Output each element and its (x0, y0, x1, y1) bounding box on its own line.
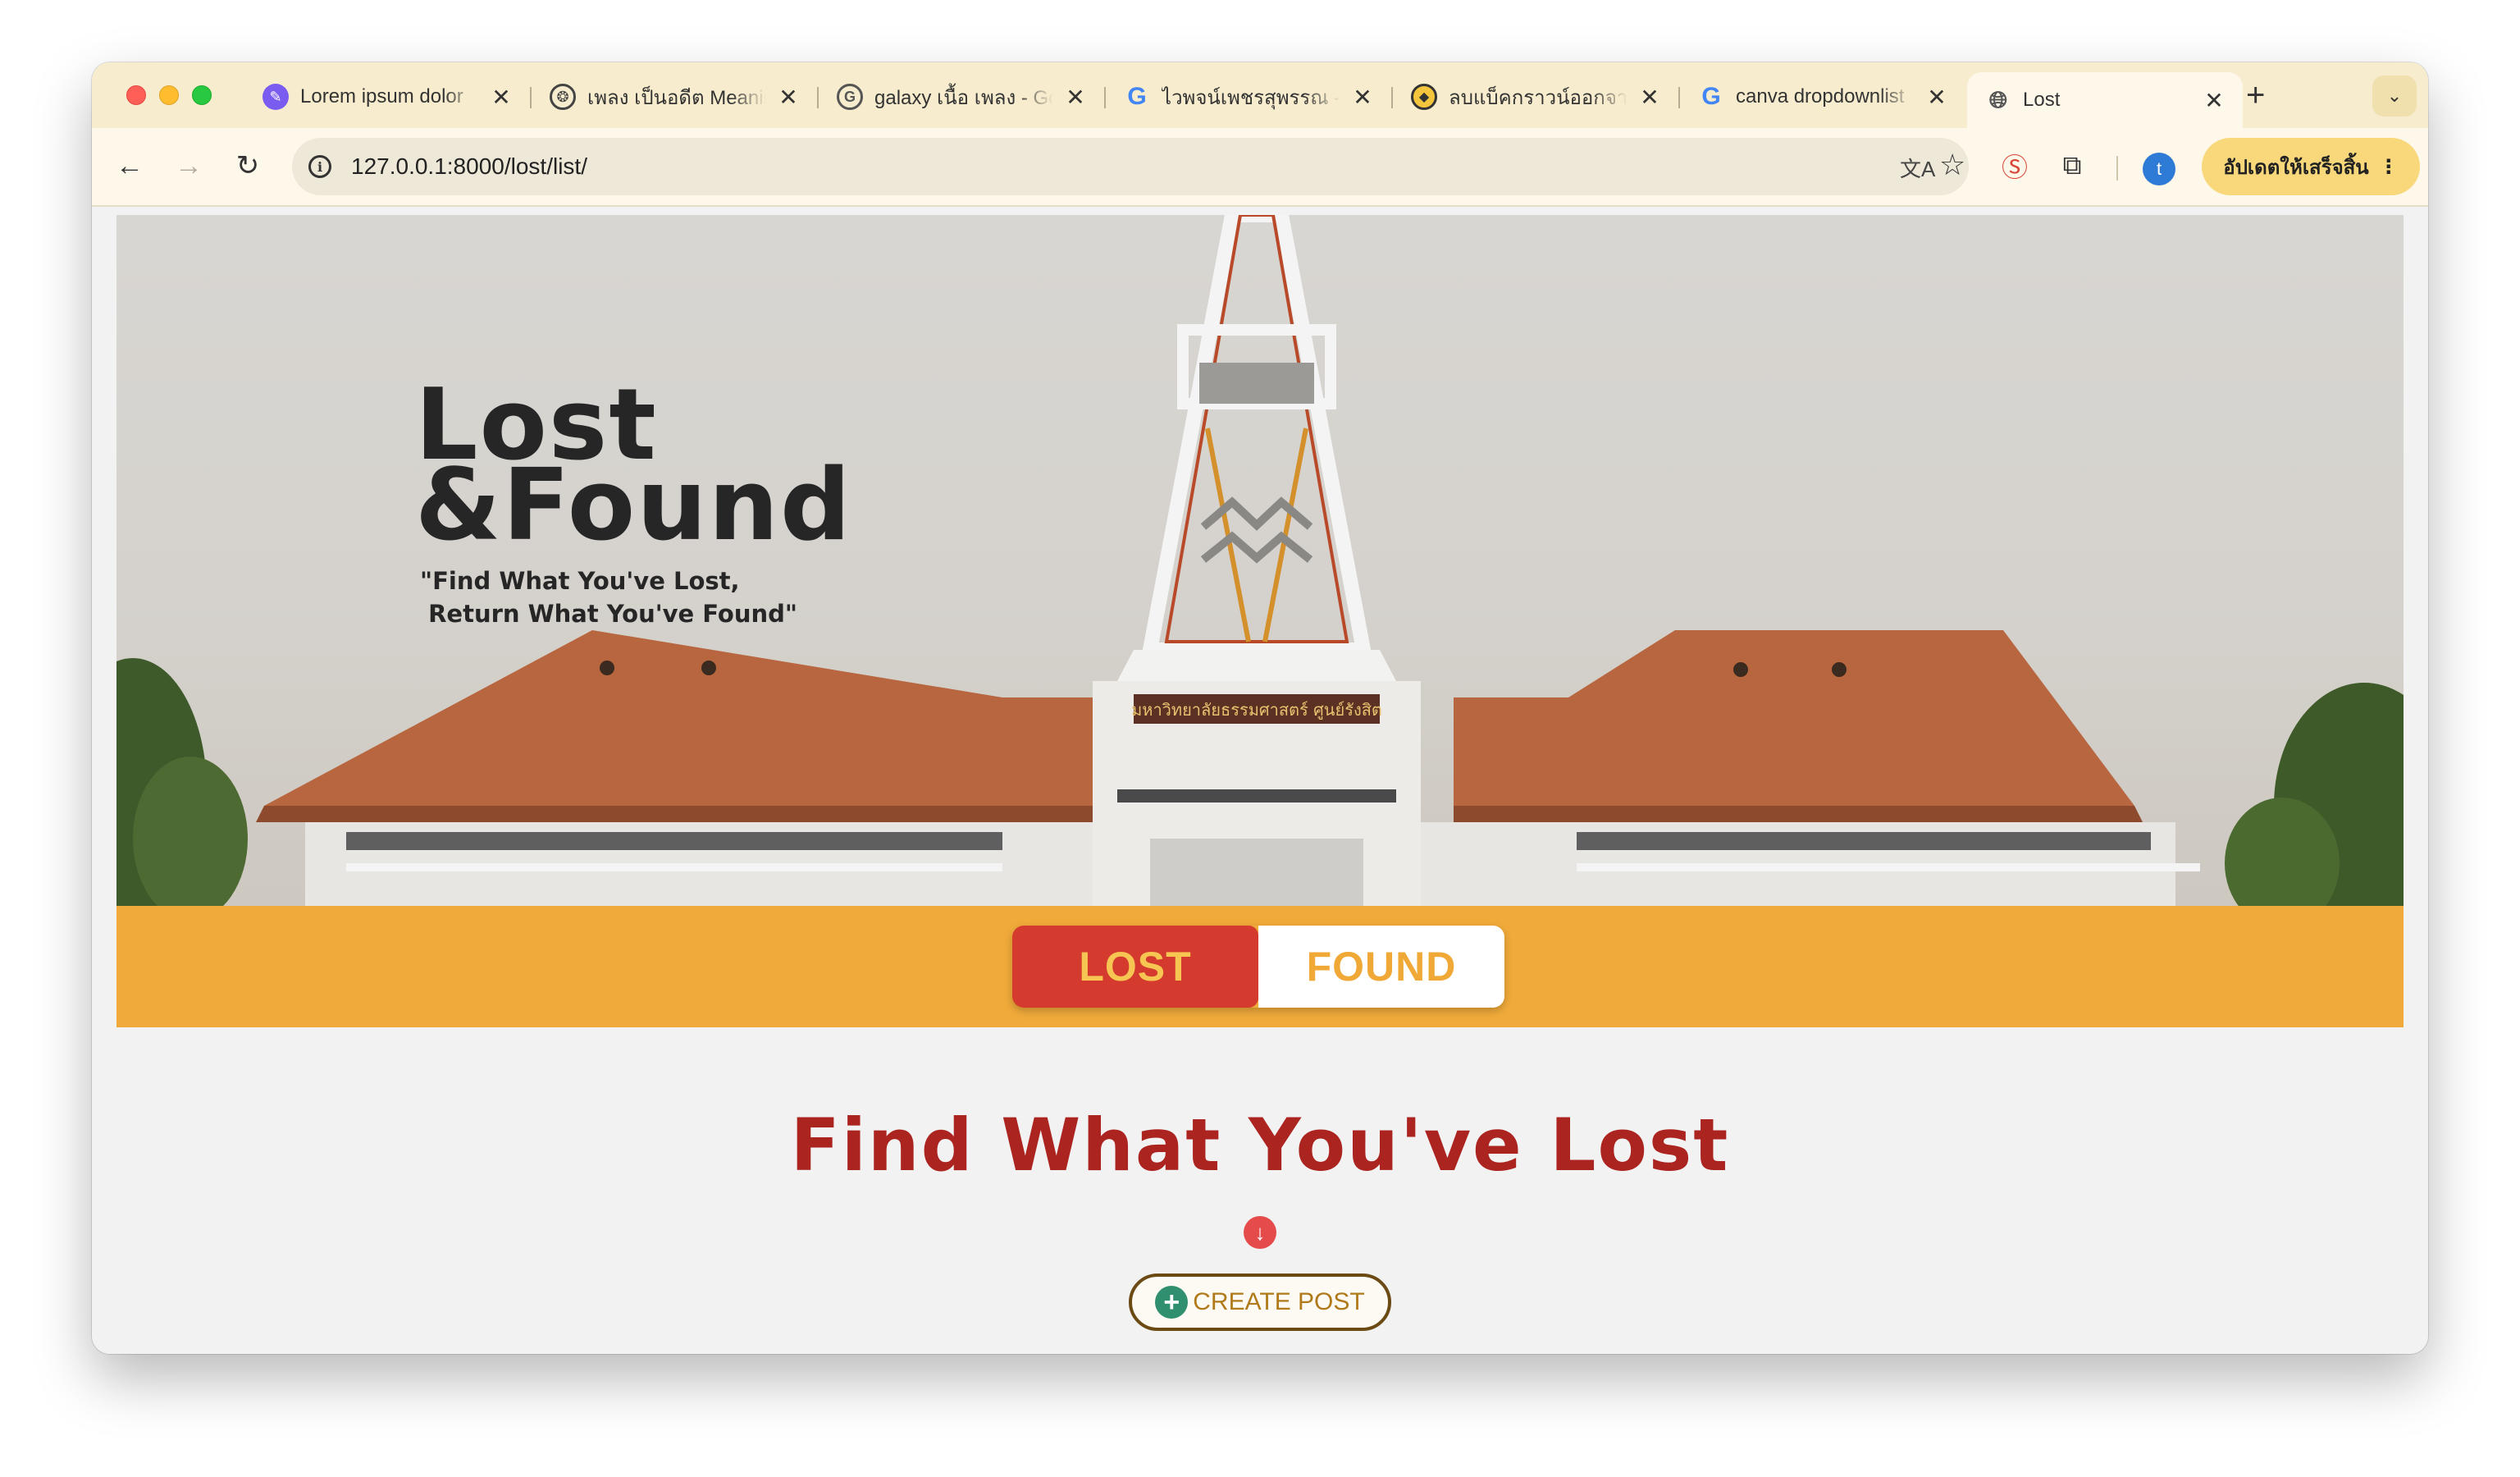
hero-sign-text: มหาวิทยาลัยธรรมศาสตร์ ศูนย์รังสิต (1131, 700, 1382, 720)
remove-bg-icon: ◆ (1411, 84, 1437, 110)
tab-title: galaxy เนื้อ เพลง - Google (874, 86, 1053, 109)
more-vert-icon: ⋮ (2378, 155, 2399, 178)
forward-button[interactable]: → (169, 146, 208, 185)
chevron-down-icon: ⌄ (2386, 85, 2403, 106)
new-tab-button[interactable]: + (2246, 77, 2265, 113)
google-icon: G (837, 84, 863, 110)
canva-icon: ✎ (262, 84, 289, 110)
extension-shield-icon[interactable]: Ⓢ (1995, 146, 2034, 185)
bookmark-star-icon[interactable]: ☆ (1939, 148, 1965, 182)
lost-found-toggle: LOST FOUND (1012, 926, 1504, 1008)
address-bar[interactable]: i 127.0.0.1:8000/lost/list/ 文A ☆ (292, 138, 1969, 195)
translate-icon[interactable]: 文A (1900, 153, 1935, 183)
update-label: อัปเดตให้เสร็จสิ้น (2223, 156, 2369, 179)
hero-title: Lost &Found (415, 368, 852, 563)
tab-title: เพลง เป็นอดีต Meaning (587, 86, 766, 109)
tab-title: Lorem ipsum dolor (300, 85, 463, 107)
google-icon: G (1701, 83, 1721, 110)
create-post-label: CREATE POST (1193, 1288, 1365, 1315)
tab-lorem-ipsum[interactable]: ✎ Lorem ipsum dolor ✕ (244, 72, 530, 121)
arrow-left-icon: ← (116, 149, 144, 181)
tab-close-icon[interactable]: ✕ (1926, 84, 1947, 111)
tab-pleng-meaning[interactable]: ❂ เพลง เป็นอดีต Meaning ✕ (532, 72, 817, 121)
arrow-right-icon: → (175, 149, 203, 181)
found-tab-button[interactable]: FOUND (1258, 926, 1504, 1008)
maximize-window-button[interactable] (192, 85, 212, 105)
url-text[interactable]: 127.0.0.1:8000/lost/list/ (351, 153, 587, 180)
plus-circle-icon: + (1155, 1286, 1189, 1319)
openai-icon: ❂ (550, 84, 576, 110)
tab-close-icon[interactable]: ✕ (778, 84, 799, 111)
hero-subtitle: "Find What You've Lost, Return What You'… (420, 567, 797, 628)
arrow-down-circle-icon[interactable]: ↓ (1244, 1216, 1276, 1249)
browser-window: ✎ Lorem ipsum dolor ✕ ❂ เพลง เป็นอดีต Me… (92, 62, 2428, 1354)
page-viewport: มหาวิทยาลัยธรรมศาสตร์ ศูนย์รังสิต Lost &… (92, 208, 2428, 1354)
globe-icon: 🌐︎ (1988, 86, 2008, 112)
update-button[interactable]: อัปเดตให้เสร็จสิ้น ⋮ (2202, 138, 2420, 195)
tab-title: canva dropdownlist (1736, 85, 1905, 107)
extensions-puzzle-icon[interactable]: ⧉ (2052, 146, 2092, 185)
google-icon: G (1127, 83, 1147, 110)
page-title: Find What You've Lost (790, 1103, 1730, 1187)
tab-close-icon[interactable]: ✕ (1065, 84, 1086, 111)
minimize-window-button[interactable] (159, 85, 179, 105)
reload-button[interactable]: ↻ (228, 146, 267, 185)
tab-lost[interactable]: 🌐︎ Lost ✕ (1967, 72, 2243, 128)
tab-title: ไวพจน์เพชรสุพรรณ - Google (1162, 86, 1340, 109)
lost-found-toggle-bar: LOST FOUND (116, 906, 2404, 1027)
reload-icon: ↻ (235, 150, 260, 181)
tab-title: Lost (2023, 89, 2061, 111)
tab-title: ลบแบ็คกราวน์ออกจาก (1449, 86, 1628, 109)
back-button[interactable]: ← (110, 146, 149, 185)
tab-canva-dropdown[interactable]: G canva dropdownlist ✕ (1680, 72, 1965, 121)
tab-waipot[interactable]: G ไวพจน์เพชรสุพรรณ - Google ✕ (1106, 72, 1391, 121)
tab-close-icon[interactable]: ✕ (1352, 84, 1373, 111)
close-window-button[interactable] (126, 85, 146, 105)
tab-remove-bg[interactable]: ◆ ลบแบ็คกราวน์ออกจาก ✕ (1393, 72, 1678, 121)
tab-strip: ✎ Lorem ipsum dolor ✕ ❂ เพลง เป็นอดีต Me… (92, 62, 2428, 128)
tab-close-icon[interactable]: ✕ (1639, 84, 1660, 111)
browser-toolbar: ← → ↻ i 127.0.0.1:8000/lost/list/ 文A ☆ Ⓢ… (92, 128, 2428, 207)
tab-galaxy-lyrics[interactable]: G galaxy เนื้อ เพลง - Google ✕ (819, 72, 1104, 121)
site-info-icon[interactable]: i (308, 155, 331, 178)
tab-search-button[interactable]: ⌄ (2372, 75, 2417, 117)
tab-close-icon[interactable]: ✕ (2203, 87, 2225, 114)
avatar[interactable]: t (2143, 153, 2175, 185)
lost-tab-button[interactable]: LOST (1012, 926, 1258, 1008)
tab-close-icon[interactable]: ✕ (491, 84, 512, 111)
create-post-button[interactable]: + CREATE POST (1129, 1274, 1391, 1331)
hero-banner: มหาวิทยาลัยธรรมศาสตร์ ศูนย์รังสิต Lost &… (116, 215, 2404, 906)
